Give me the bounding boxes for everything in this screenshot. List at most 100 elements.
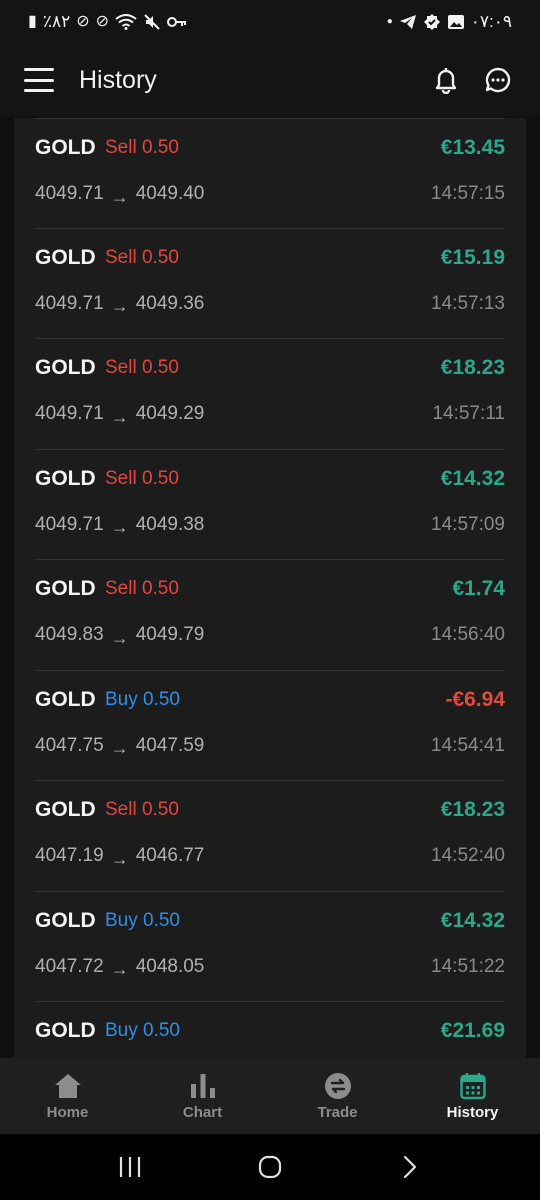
trade-symbol: GOLD (35, 466, 96, 490)
home-button-icon[interactable] (240, 1147, 300, 1187)
arrow-right-icon: → (110, 848, 129, 869)
trade-row[interactable]: GOLD Sell 0.50 €1.74 4049.83 → 4049.79 14:… (35, 560, 505, 671)
nav-history-label: History (446, 1103, 499, 1121)
chat-icon[interactable] (480, 62, 516, 98)
trade-prices: 4049.83 → 4049.79 (35, 624, 205, 648)
nav-history[interactable]: History (405, 1058, 540, 1134)
key-icon (167, 17, 187, 27)
nav-trade[interactable]: Trade (270, 1058, 405, 1134)
close-price: 4046.77 (135, 845, 205, 866)
calendar-icon (459, 1072, 487, 1100)
status-right: ● ۰۷:۰۹ (387, 12, 512, 32)
swap-icon (324, 1072, 352, 1100)
open-price: 4049.71 (35, 403, 104, 424)
battery-icon: ▮ (28, 13, 37, 30)
arrow-right-icon: → (110, 186, 129, 207)
close-price: 4048.05 (135, 955, 205, 977)
dot-icon: ● (386, 16, 393, 27)
trade-pnl: €18.23 (440, 356, 505, 379)
trade-pnl: -€6.94 (445, 687, 505, 711)
trade-symbol: GOLD (35, 577, 96, 600)
open-price: 4049.83 (35, 624, 104, 645)
nav-home[interactable]: Home (0, 1058, 135, 1134)
trade-side: Sell 0.50 (105, 246, 179, 268)
close-price: 4049.40 (135, 183, 205, 204)
open-price: 4049.71 (35, 292, 104, 314)
trade-time: 14:57:13 (431, 292, 505, 314)
trade-prices: 4047.19 → 4046.77 (35, 845, 205, 869)
blocked-icon: ⊘ (76, 13, 90, 30)
trade-side: Sell 0.50 (105, 357, 179, 378)
open-price: 4049.71 (35, 183, 104, 204)
trade-time: 14:57:11 (432, 403, 505, 424)
trade-pnl: €14.32 (440, 908, 505, 932)
trade-side: Sell 0.50 (105, 578, 179, 599)
bell-icon[interactable] (428, 62, 464, 98)
blocked-icon: ⊘ (95, 13, 110, 30)
system-nav-bar (0, 1134, 540, 1200)
close-price: 4049.29 (135, 403, 205, 424)
nav-chart-label: Chart (182, 1103, 223, 1121)
trade-time: 14:52:40 (431, 845, 505, 866)
close-price: 4049.36 (135, 292, 205, 314)
nav-home-label: Home (46, 1103, 89, 1121)
trade-time: 14:56:40 (431, 624, 505, 645)
close-price: 4049.38 (135, 513, 205, 535)
telegram-icon (399, 15, 416, 29)
status-bar: ▮ ٪۸۲ ⊘ ⊘ ● ۰۷:۰۹ (0, 0, 540, 44)
open-price: 4047.75 (35, 734, 104, 756)
trade-time: 14:57:09 (431, 513, 505, 535)
close-price: 4047.59 (135, 734, 205, 756)
wifi-icon (115, 14, 137, 30)
back-icon[interactable] (380, 1147, 440, 1187)
open-price: 4047.72 (35, 955, 104, 977)
menu-icon[interactable] (24, 68, 54, 92)
trade-row[interactable]: GOLD Sell 0.50 €13.45 4049.71 → 4049.40 14… (35, 118, 505, 229)
trade-symbol: GOLD (35, 908, 96, 932)
trade-symbol: GOLD (35, 1019, 96, 1042)
verified-icon (423, 14, 440, 30)
trade-row[interactable]: GOLD Buy 0.50 €14.32 4047.72 → 4048.05 14:… (35, 892, 505, 1002)
trade-symbol: GOLD (35, 687, 96, 711)
close-price: 4049.79 (135, 624, 205, 645)
trade-side: Buy 0.50 (105, 909, 180, 931)
trade-symbol: GOLD (35, 245, 96, 269)
battery-level: ٪۸۲ (42, 12, 71, 31)
history-content: GOLD Sell 0.50 €13.45 4049.71 → 4049.40 14… (0, 116, 540, 1058)
trade-side: Buy 0.50 (105, 688, 180, 710)
arrow-right-icon: → (110, 627, 129, 648)
app-bar: History (0, 44, 540, 116)
recent-apps-icon[interactable] (100, 1147, 160, 1187)
trade-row[interactable]: GOLD Sell 0.50 €18.23 4047.19 → 4046.77 14… (35, 781, 505, 892)
trade-time: 14:51:22 (431, 955, 505, 977)
arrow-right-icon: → (110, 517, 129, 537)
trade-prices: 4049.71 → 4049.38 (35, 513, 205, 538)
bottom-nav: Home Chart Trade History (0, 1058, 540, 1134)
trade-pnl: €18.23 (440, 798, 505, 821)
nav-trade-label: Trade (317, 1103, 358, 1121)
trade-symbol: GOLD (35, 136, 96, 159)
trade-side: Sell 0.50 (105, 467, 179, 489)
trade-time: 14:54:41 (431, 734, 505, 756)
trade-pnl: €15.19 (440, 245, 505, 269)
trade-row[interactable]: GOLD Buy 0.50 -€6.94 4047.75 → 4047.59 14:… (35, 671, 505, 781)
arrow-right-icon: → (110, 959, 129, 979)
trade-prices: 4047.75 → 4047.59 (35, 734, 205, 759)
trade-list[interactable]: GOLD Sell 0.50 €13.45 4049.71 → 4049.40 14… (14, 118, 526, 1058)
trade-time: 14:57:15 (431, 183, 505, 204)
trade-pnl: €1.74 (452, 577, 505, 600)
trade-row[interactable]: GOLD Sell 0.50 €18.23 4049.71 → 4049.29 14… (35, 339, 505, 450)
trade-symbol: GOLD (35, 356, 96, 379)
trade-row[interactable]: GOLD Sell 0.50 €14.32 4049.71 → 4049.38 14… (35, 450, 505, 560)
open-price: 4049.71 (35, 513, 104, 535)
nav-chart[interactable]: Chart (135, 1058, 270, 1134)
trade-side: Sell 0.50 (105, 799, 179, 820)
open-price: 4047.19 (35, 845, 104, 866)
trade-pnl: €21.69 (440, 1019, 505, 1042)
trade-prices: 4047.72 → 4048.05 (35, 955, 205, 980)
trade-prices: 4049.71 → 4049.29 (35, 403, 205, 427)
home-icon (54, 1072, 82, 1100)
trade-pnl: €14.32 (440, 466, 505, 490)
trade-row[interactable]: GOLD Buy 0.50 €21.69 (35, 1002, 505, 1058)
trade-row[interactable]: GOLD Sell 0.50 €15.19 4049.71 → 4049.36 14… (35, 229, 505, 339)
